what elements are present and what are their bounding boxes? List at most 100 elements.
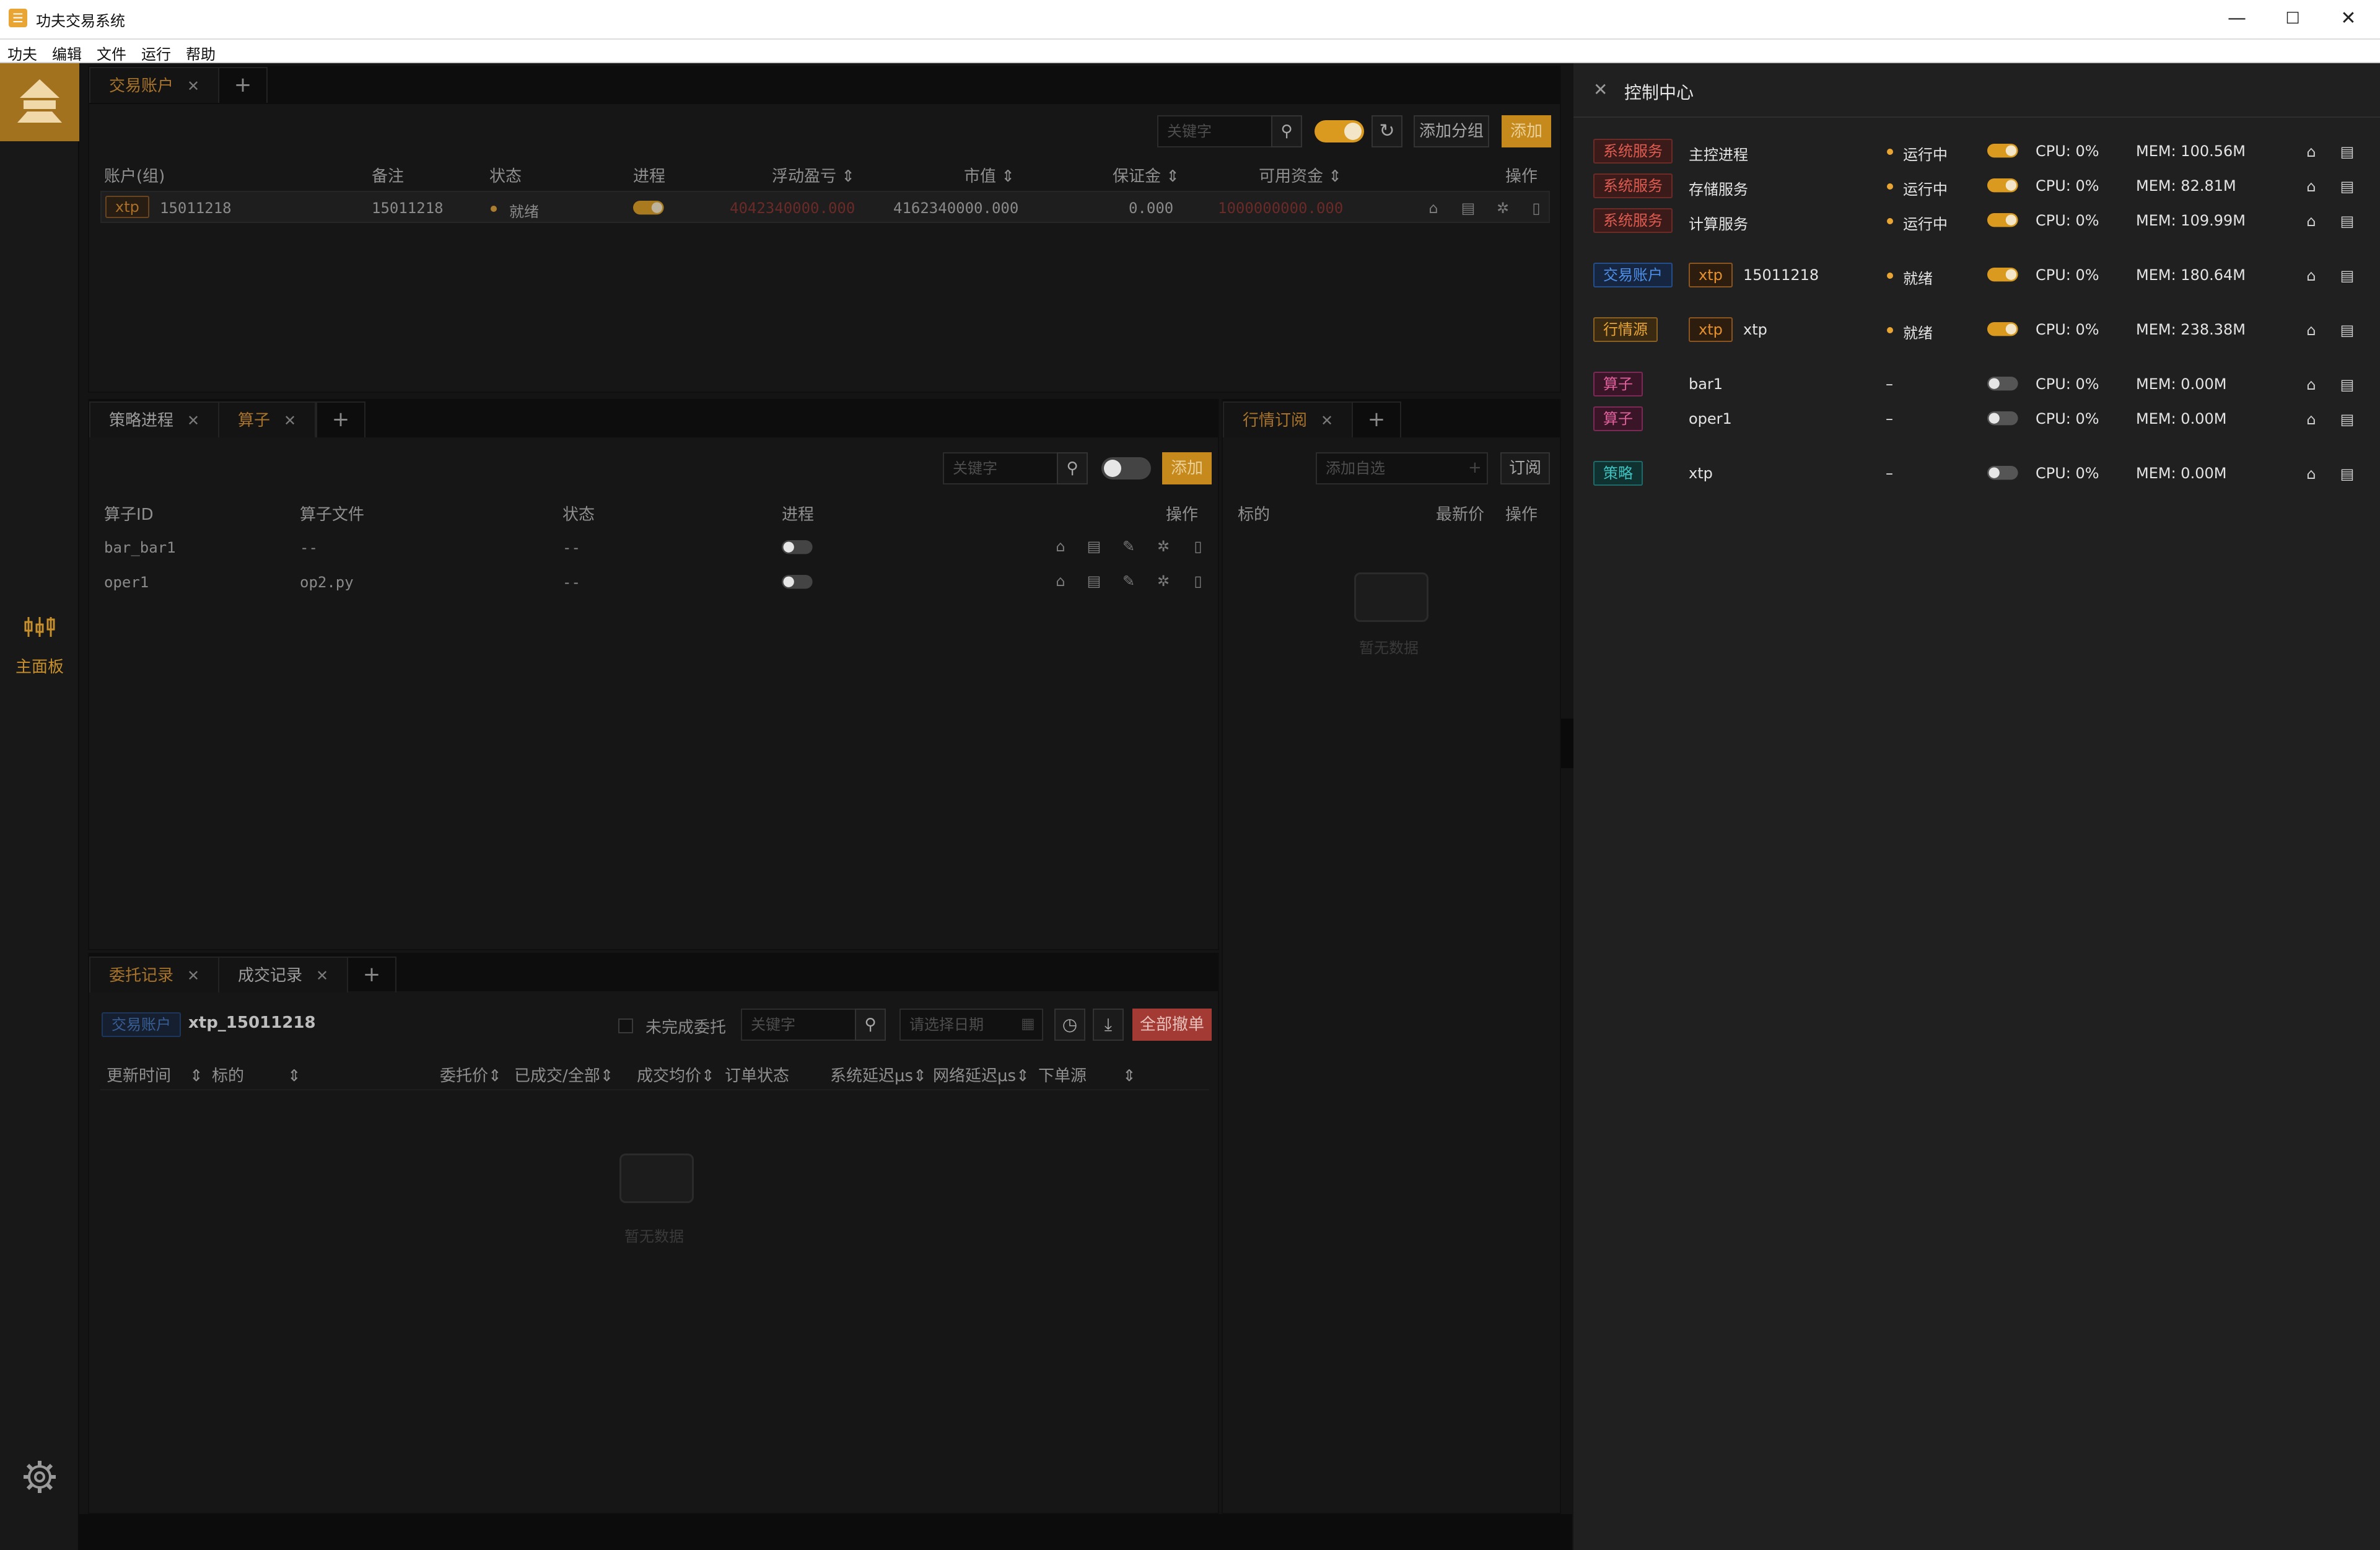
log-file-icon[interactable]: ▤: [2338, 410, 2356, 429]
col-filled-total[interactable]: 已成交/全部⇕: [514, 1063, 614, 1086]
bank-icon[interactable]: ⌂: [2302, 465, 2321, 483]
log-file-icon[interactable]: ▤: [2338, 321, 2356, 339]
process-toggle[interactable]: [1987, 213, 2018, 227]
table-row[interactable]: [100, 530, 1209, 564]
bank-icon[interactable]: ⌂: [2302, 321, 2321, 339]
minimize-button[interactable]: —: [2209, 5, 2265, 33]
process-toggle[interactable]: [1987, 268, 2018, 282]
bank-icon[interactable]: ⌂: [2302, 177, 2321, 196]
accounts-master-toggle[interactable]: [1315, 120, 1364, 142]
add-tab-button[interactable]: +: [1352, 401, 1401, 437]
settings-icon[interactable]: ✲: [1155, 538, 1172, 555]
col-margin[interactable]: 保证金 ⇕: [1113, 164, 1179, 186]
search-icon[interactable]: ⚲: [1271, 115, 1302, 147]
bank-icon[interactable]: ⌂: [2302, 266, 2321, 285]
account-process-toggle[interactable]: [633, 201, 664, 215]
bank-icon[interactable]: ⌂: [2302, 410, 2321, 429]
edit-icon[interactable]: ✎: [1120, 572, 1137, 590]
settings-gear-icon[interactable]: [22, 1460, 57, 1494]
add-tab-button[interactable]: +: [218, 67, 268, 103]
orders-search-input[interactable]: 关键字: [741, 1009, 856, 1041]
settings-icon[interactable]: ✲: [1494, 199, 1512, 217]
subscribe-button[interactable]: 订阅: [1500, 452, 1550, 484]
add-watchlist-input[interactable]: 添加自选: [1316, 452, 1488, 484]
process-toggle[interactable]: [1987, 322, 2018, 336]
col-order-source[interactable]: 下单源 ⇕: [1038, 1063, 1136, 1086]
accounts-search-input[interactable]: 关键字: [1157, 115, 1272, 147]
table-row[interactable]: [100, 565, 1209, 598]
bank-icon[interactable]: ⌂: [1052, 538, 1069, 555]
cancel-all-button[interactable]: 全部撤单: [1132, 1009, 1212, 1041]
process-toggle[interactable]: [1987, 377, 2018, 391]
tab-market-subscribe[interactable]: 行情订阅 ✕: [1223, 401, 1354, 437]
bank-icon[interactable]: ⌂: [1425, 199, 1442, 217]
tab-trade-records[interactable]: 成交记录 ✕: [218, 957, 349, 992]
col-floating-pnl[interactable]: 浮动盈亏 ⇕: [772, 164, 855, 186]
log-file-icon[interactable]: ▤: [2338, 177, 2356, 196]
add-operator-button[interactable]: 添加: [1162, 452, 1212, 484]
strategy-search-input[interactable]: 关键字: [943, 452, 1058, 484]
delete-icon[interactable]: ▯: [1189, 538, 1207, 555]
close-icon[interactable]: ✕: [187, 77, 199, 95]
search-icon[interactable]: ⚲: [1057, 452, 1088, 484]
menu-help[interactable]: 帮助: [186, 42, 216, 64]
col-update-time[interactable]: 更新时间 ⇕: [107, 1063, 203, 1086]
log-file-icon[interactable]: ▤: [2338, 142, 2356, 161]
refresh-icon[interactable]: ↻: [1372, 115, 1402, 147]
close-button[interactable]: ✕: [2321, 5, 2376, 33]
bank-icon[interactable]: ⌂: [2302, 142, 2321, 161]
download-icon[interactable]: ⤓: [1093, 1009, 1124, 1041]
maximize-button[interactable]: ☐: [2265, 5, 2321, 33]
close-icon[interactable]: ✕: [284, 412, 296, 429]
col-avg-price[interactable]: 成交均价⇕: [637, 1063, 715, 1086]
col-net-latency[interactable]: 网络延迟μs⇕: [933, 1063, 1030, 1086]
app-logo[interactable]: [0, 63, 79, 141]
bank-icon[interactable]: ⌂: [1052, 572, 1069, 590]
col-sys-latency[interactable]: 系统延迟μs⇕: [830, 1063, 927, 1086]
strategy-master-toggle[interactable]: [1101, 457, 1151, 479]
tab-order-records[interactable]: 委托记录 ✕: [89, 957, 220, 992]
delete-icon[interactable]: ▯: [1528, 199, 1545, 217]
log-file-icon[interactable]: ▤: [2338, 212, 2356, 230]
splitter-handle[interactable]: [1561, 719, 1573, 768]
log-file-icon[interactable]: ▤: [2338, 375, 2356, 394]
log-file-icon[interactable]: ▤: [1085, 538, 1103, 555]
tab-strategy-process[interactable]: 策略进程 ✕: [89, 401, 220, 437]
operator-process-toggle[interactable]: [782, 540, 813, 554]
close-icon[interactable]: ✕: [316, 967, 328, 984]
col-order-price[interactable]: 委托价⇕: [440, 1063, 502, 1086]
settings-icon[interactable]: ✲: [1155, 572, 1172, 590]
close-icon[interactable]: ✕: [1593, 79, 1608, 100]
unfinished-checkbox[interactable]: [618, 1018, 633, 1033]
log-file-icon[interactable]: ▤: [1085, 572, 1103, 590]
col-market-value[interactable]: 市值 ⇕: [964, 164, 1015, 186]
menu-edit[interactable]: 编辑: [52, 42, 82, 64]
history-icon[interactable]: ◷: [1054, 1009, 1085, 1041]
search-icon[interactable]: ⚲: [855, 1009, 886, 1041]
menu-kungfu[interactable]: 功夫: [7, 42, 37, 64]
close-icon[interactable]: ✕: [1321, 412, 1333, 429]
menu-file[interactable]: 文件: [97, 42, 126, 64]
log-file-icon[interactable]: ▤: [2338, 266, 2356, 285]
log-file-icon[interactable]: ▤: [1459, 199, 1477, 217]
add-account-button[interactable]: 添加: [1502, 115, 1551, 147]
process-toggle[interactable]: [1987, 411, 2018, 426]
tab-operators[interactable]: 算子 ✕: [218, 401, 317, 437]
bank-icon[interactable]: ⌂: [2302, 212, 2321, 230]
bank-icon[interactable]: ⌂: [2302, 375, 2321, 394]
close-icon[interactable]: ✕: [187, 412, 199, 429]
col-available[interactable]: 可用资金 ⇕: [1259, 164, 1342, 186]
tab-trading-accounts[interactable]: 交易账户 ✕: [89, 67, 220, 103]
close-icon[interactable]: ✕: [187, 967, 199, 984]
process-toggle[interactable]: [1987, 144, 2018, 158]
add-group-button[interactable]: 添加分组: [1414, 115, 1489, 147]
operator-process-toggle[interactable]: [782, 575, 813, 589]
col-symbol[interactable]: 标的 ⇕: [212, 1063, 301, 1086]
menu-run[interactable]: 运行: [141, 42, 171, 64]
add-tab-button[interactable]: +: [316, 401, 365, 437]
edit-icon[interactable]: ✎: [1120, 538, 1137, 555]
process-toggle[interactable]: [1987, 466, 2018, 480]
log-file-icon[interactable]: ▤: [2338, 465, 2356, 483]
delete-icon[interactable]: ▯: [1189, 572, 1207, 590]
process-toggle[interactable]: [1987, 178, 2018, 193]
